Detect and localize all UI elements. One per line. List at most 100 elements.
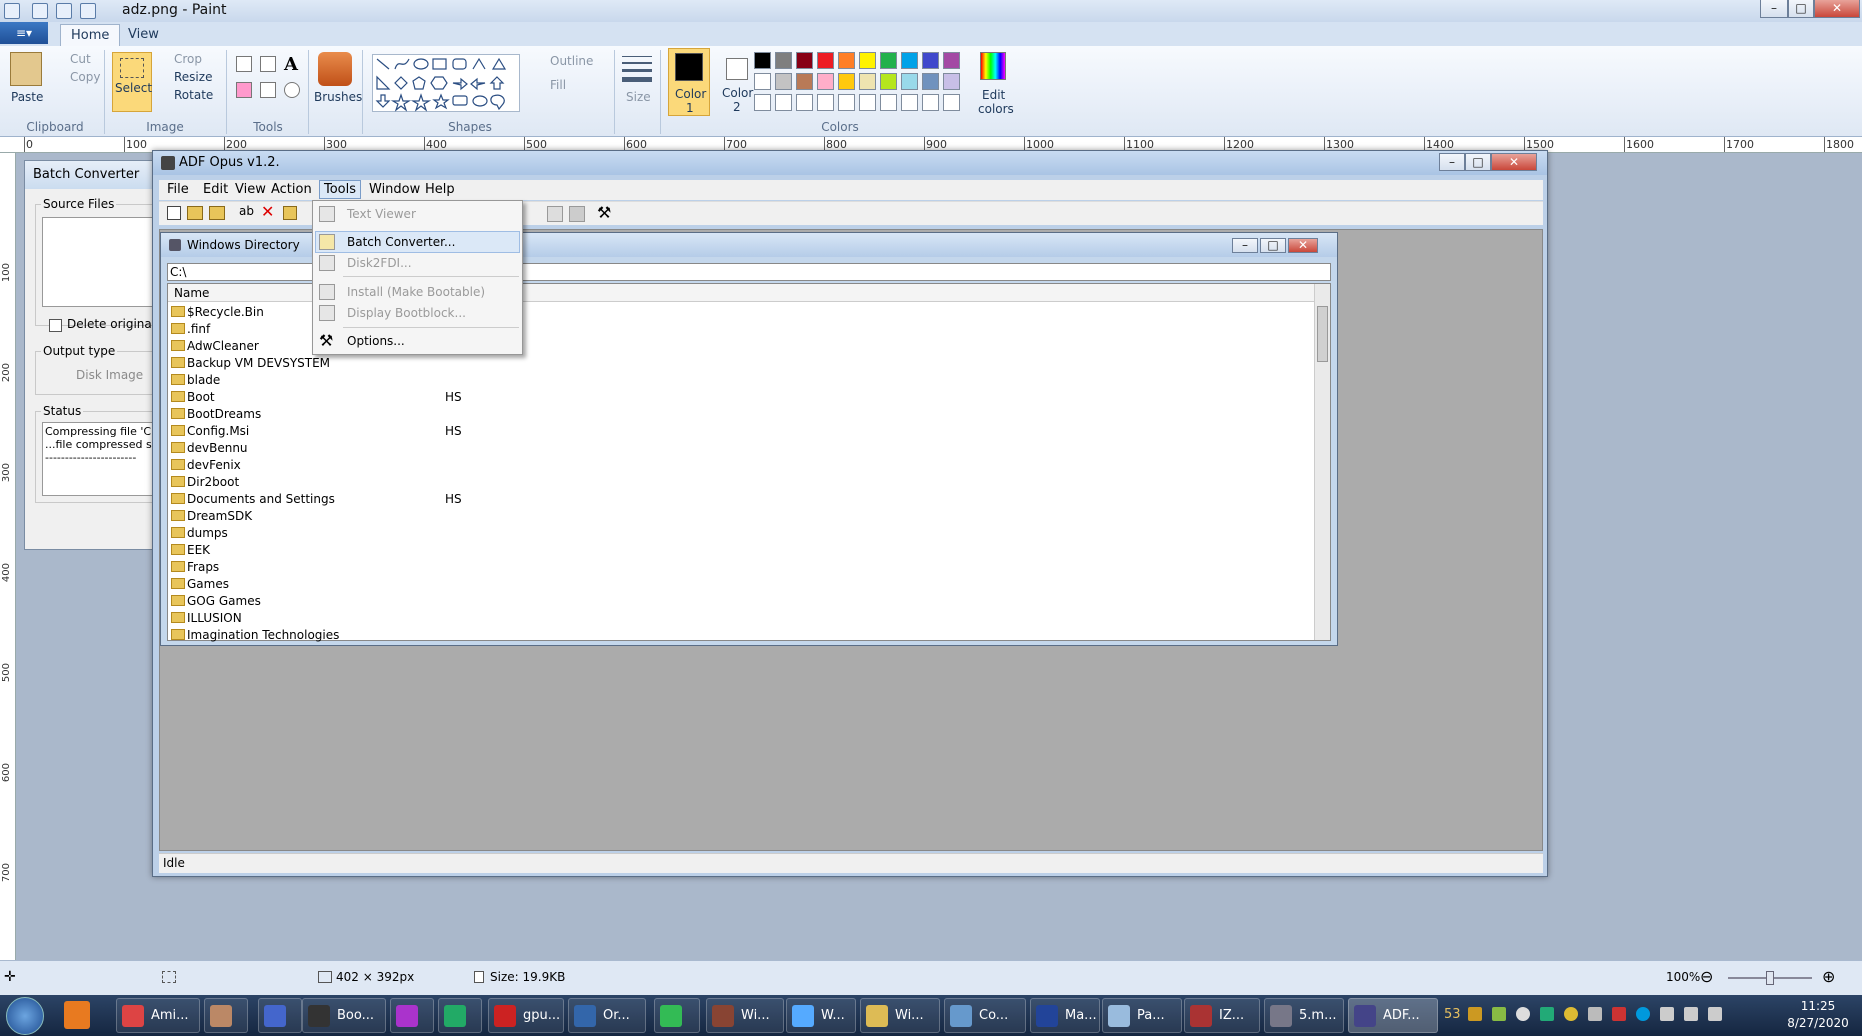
pencil-icon[interactable] [236,56,252,72]
zoom-slider-thumb[interactable] [1766,971,1774,985]
scrollbar-thumb[interactable] [1317,306,1328,362]
color-picker-icon[interactable] [260,82,276,98]
palette-color-swatch[interactable] [754,52,771,69]
palette-color-swatch[interactable] [901,73,918,90]
maximize-button[interactable]: □ [1788,0,1814,18]
brushes-button[interactable]: Brushes [314,90,362,104]
palette-color-swatch[interactable] [943,52,960,69]
tray-icon[interactable] [1636,1007,1650,1021]
menu-help[interactable]: Help [425,182,455,197]
menu-item-disk2fdi[interactable]: Disk2FDI... [347,256,412,270]
list-item[interactable]: EEK [171,542,1311,559]
menu-action[interactable]: Action [271,182,312,197]
taskbar-button[interactable]: W... [786,998,856,1033]
system-tray-icons[interactable] [1468,1007,1768,1023]
select-button[interactable]: Select [112,52,152,112]
palette-color-swatch[interactable] [817,52,834,69]
tray-icon[interactable] [1492,1007,1506,1021]
menu-tools[interactable]: Tools [319,180,362,199]
palette-color-swatch[interactable] [880,52,897,69]
dir-minimize-button[interactable]: – [1232,238,1258,253]
list-item[interactable]: GOG Games [171,593,1311,610]
close-button[interactable]: ✕ [1814,0,1860,18]
color1-button[interactable]: Color 1 [668,48,710,116]
list-item[interactable]: BootDreams [171,406,1311,423]
tray-icon[interactable] [1468,1007,1482,1021]
list-item[interactable]: devFenix [171,457,1311,474]
tray-icon[interactable] [1540,1007,1554,1021]
paint-menu-button[interactable]: ≡▾ [0,22,48,44]
palette-color-swatch[interactable] [943,94,960,111]
new-folder-icon[interactable] [283,206,297,220]
palette-color-swatch[interactable] [901,94,918,111]
list-item[interactable]: dumps [171,525,1311,542]
adf-close-button[interactable]: ✕ [1491,153,1537,171]
delete-icon[interactable]: ✕ [261,202,274,221]
palette-color-swatch[interactable] [796,73,813,90]
taskbar-button[interactable]: Wi... [860,998,940,1033]
clock-time[interactable]: 11:25 [1788,999,1848,1013]
tray-icon[interactable] [1660,1007,1674,1021]
list-item[interactable]: Config.Msi HS [171,423,1311,440]
taskbar-button[interactable] [258,998,302,1033]
start-button[interactable] [6,997,44,1035]
dir-close-button[interactable]: ✕ [1288,238,1318,253]
list-item[interactable]: Documents and Settings HS [171,491,1311,508]
column-name[interactable]: Name [174,286,209,300]
menu-item-install[interactable]: Install (Make Bootable) [347,285,485,299]
adf-minimize-button[interactable]: – [1439,153,1465,171]
tab-home[interactable]: Home [60,24,121,46]
taskbar-button[interactable]: Co... [944,998,1026,1033]
list-item[interactable]: devBennu [171,440,1311,457]
taskbar-button[interactable]: Ami... [116,998,200,1033]
minimize-button[interactable]: – [1760,0,1788,18]
menu-file[interactable]: File [167,182,189,197]
save-icon[interactable] [32,3,48,19]
delete-original-checkbox[interactable] [49,319,62,332]
list-item[interactable]: Boot HS [171,389,1311,406]
tray-icon[interactable] [1564,1007,1578,1021]
tray-icon[interactable] [1588,1007,1602,1021]
palette-color-swatch[interactable] [775,52,792,69]
menu-item-options[interactable]: Options... [347,334,405,348]
menu-window[interactable]: Window [369,182,420,197]
list-item[interactable]: Imagination Technologies [171,627,1311,644]
disk-image-option[interactable]: Disk Image [76,368,162,382]
taskbar-button[interactable]: Wi... [706,998,784,1033]
menu-item-batch-converter[interactable]: Batch Converter... [347,235,455,249]
text-tool-icon[interactable]: A [284,54,298,75]
menu-edit[interactable]: Edit [203,182,228,197]
disabled-tool-icon[interactable] [547,206,563,222]
clock-date[interactable]: 8/27/2020 [1782,1016,1854,1030]
edit-colors-icon[interactable] [980,52,1006,80]
palette-color-swatch[interactable] [754,73,771,90]
taskbar-button[interactable] [390,998,434,1033]
menu-item-text-viewer[interactable]: Text Viewer [347,207,416,221]
brushes-icon[interactable] [318,52,352,86]
network-icon[interactable] [1684,1007,1698,1021]
palette-color-swatch[interactable] [859,73,876,90]
list-item[interactable]: Games [171,576,1311,593]
taskbar-button[interactable] [654,998,700,1033]
taskbar-button[interactable] [204,998,248,1033]
palette-color-swatch[interactable] [901,52,918,69]
palette-color-swatch[interactable] [817,73,834,90]
taskbar-button[interactable]: IZ... [1184,998,1260,1033]
crop-button[interactable]: Crop [174,52,202,66]
fill-button[interactable]: Fill [550,78,566,92]
palette-color-swatch[interactable] [817,94,834,111]
magnifier-icon[interactable] [284,82,300,98]
palette-color-swatch[interactable] [922,73,939,90]
palette-color-swatch[interactable] [880,94,897,111]
list-item[interactable]: Backup VM DEVSYSTEM [171,355,1311,372]
palette-color-swatch[interactable] [838,94,855,111]
undo-icon[interactable] [56,3,72,19]
palette-color-swatch[interactable] [922,94,939,111]
options-tool-icon[interactable]: ⚒ [597,203,611,222]
source-files-list[interactable] [42,217,162,307]
list-item[interactable]: blade [171,372,1311,389]
palette-color-swatch[interactable] [796,52,813,69]
dir-maximize-button[interactable]: □ [1260,238,1286,253]
palette-color-swatch[interactable] [796,94,813,111]
media-player-icon[interactable] [64,1001,90,1029]
